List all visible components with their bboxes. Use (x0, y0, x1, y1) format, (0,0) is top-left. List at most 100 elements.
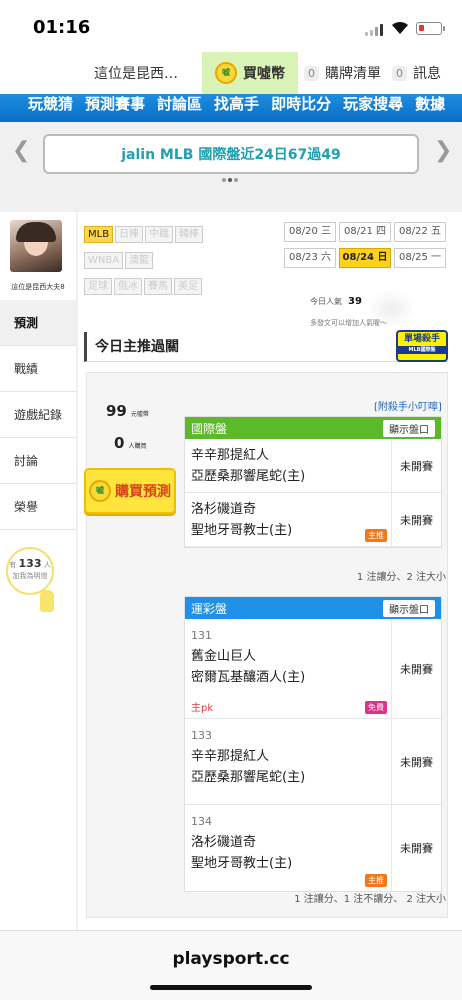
sidebar-item-honor[interactable]: 榮譽 (0, 484, 76, 530)
clock: 01:16 (33, 17, 91, 38)
game-status: 未開賽 (391, 719, 441, 804)
buyer-value: 0 (114, 434, 125, 452)
killer-badge-sub: MLB國際盤 (398, 346, 446, 354)
cart-label: 購牌清單 (325, 66, 381, 82)
browser-footer: playsport.cc (0, 930, 462, 1000)
home-team: 聖地牙哥教士(主) (191, 523, 293, 538)
nav-item[interactable]: 即時比分 (271, 94, 331, 114)
coin-icon: 噓 (215, 62, 237, 84)
banner-text: jalin MLB 國際盤近24日67過49 (121, 147, 341, 163)
game-row: 辛辛那提紅人亞歷桑那響尾蛇(主) 未開賽 (185, 439, 441, 493)
game-status: 未開賽 (391, 619, 441, 718)
date-item-selected[interactable]: 08/24 日 (339, 248, 391, 268)
sport-tag[interactable]: 日棒 (115, 226, 144, 243)
sport-tag[interactable]: WNBA (84, 252, 124, 269)
sidebar-menu: 預測 戰績 遊戲紀錄 討論 榮譽 (0, 300, 76, 530)
nickname-link[interactable]: 這位是昆西… (80, 63, 202, 83)
show-odds-button[interactable]: 顯示盤口 (383, 599, 435, 617)
popularity-value: 39 (348, 296, 362, 307)
intl-card: 國際盤 顯示盤口 辛辛那提紅人亞歷桑那響尾蛇(主) 未開賽 洛杉磯道奇聖地牙哥教士… (184, 416, 442, 548)
sport-tag[interactable]: 賽馬 (144, 278, 172, 295)
cart-link[interactable]: 0 購牌清單 (298, 63, 388, 83)
date-item[interactable]: 08/23 六 (284, 248, 336, 268)
buyer-unit: 人購買 (128, 443, 147, 450)
killer-tip-link[interactable]: [附殺手小叮嚀] (374, 398, 442, 413)
game-row: 洛杉磯道奇 聖地牙哥教士(主) 主推 未開賽 (185, 493, 441, 547)
sidebar-item-history[interactable]: 遊戲紀錄 (0, 392, 76, 438)
nav-item[interactable]: 玩競猜 (28, 94, 73, 114)
game-row: 134 洛杉磯道奇 聖地牙哥教士(主) 主推 未開賽 (185, 805, 441, 891)
away-team: 辛辛那提紅人 (191, 749, 270, 764)
game-number: 133 (191, 729, 212, 742)
away-team: 洛杉磯道奇 (191, 835, 257, 850)
away-team: 辛辛那提紅人 (191, 448, 270, 463)
carousel-dots (222, 178, 238, 182)
avatar[interactable] (10, 220, 62, 272)
buy-coins-button[interactable]: 噓買噓幣 (202, 52, 298, 94)
sport-tag[interactable]: 足球 (84, 278, 112, 295)
signal-icon (365, 24, 385, 36)
away-team: 洛杉磯道奇 (191, 502, 257, 517)
date-item[interactable]: 08/25 一 (394, 248, 446, 268)
main-pick-tag: 主推 (365, 529, 387, 542)
main-pick-tag: 主推 (365, 874, 387, 887)
game-status: 未開賽 (391, 439, 441, 492)
chevron-right-icon[interactable]: ❯ (434, 138, 452, 163)
sport-tag[interactable]: 美足 (174, 278, 202, 295)
buy-coins-label: 買噓幣 (243, 66, 285, 82)
buy-prediction-label: 購買預測 (115, 484, 171, 500)
nav-item[interactable]: 玩家搜尋 (343, 94, 403, 114)
lottery-card: 運彩盤 顯示盤口 131 舊金山巨人 密爾瓦基釀酒人(主) 主pk 免費 未開賽 13… (184, 596, 442, 892)
chevron-left-icon[interactable]: ❮ (12, 138, 30, 163)
banner-carousel: ❮ jalin MLB 國際盤近24日67過49 ❯ (0, 122, 462, 190)
fans-cta: 加我為明燈 (12, 572, 48, 580)
url-bar[interactable]: playsport.cc (0, 949, 462, 969)
intl-title: 國際盤 (191, 421, 228, 436)
sport-tag[interactable]: MLB (84, 226, 114, 243)
fans-count: 133 (18, 557, 42, 570)
game-teams: 134 洛杉磯道奇 聖地牙哥教士(主) (191, 811, 292, 874)
home-indicator[interactable] (150, 985, 312, 990)
lottery-header: 運彩盤 顯示盤口 (185, 597, 441, 619)
sport-tag[interactable]: 俄冰 (114, 278, 142, 295)
game-teams: 131 舊金山巨人 密爾瓦基釀酒人(主) (191, 625, 305, 688)
main-panel: MLB 日棒 中職 韓棒 WNBA 澳籃 足球 俄冰 賽馬 美足 08/20 三 08/21 … (78, 212, 462, 930)
intl-note: 1 注讓分、2 注大小 (356, 572, 446, 583)
sidebar-item-record[interactable]: 戰績 (0, 346, 76, 392)
sport-tag[interactable]: 中職 (145, 226, 174, 243)
game-teams: 133 辛辛那提紅人 亞歷桑那響尾蛇(主) (191, 725, 305, 788)
game-row: 133 辛辛那提紅人 亞歷桑那響尾蛇(主) 未開賽 (185, 719, 441, 805)
date-item[interactable]: 08/21 四 (339, 222, 391, 242)
killer-badge: 單場殺手 MLB國際盤 (396, 330, 448, 362)
free-tag: 免費 (365, 701, 387, 714)
home-team: 密爾瓦基釀酒人(主) (191, 670, 306, 685)
date-item[interactable]: 08/22 五 (394, 222, 446, 242)
fans-badge[interactable]: 有 133 人 加我為明燈 (6, 547, 54, 595)
show-odds-button[interactable]: 顯示盤口 (383, 419, 435, 437)
username: 這位是昆西大夫8 (11, 283, 65, 291)
fans-suffix: 人 (43, 561, 51, 569)
price: 99 元噓幣 (106, 402, 149, 420)
sidebar: 這位是昆西大夫8 預測 戰績 遊戲紀錄 討論 榮譽 有 133 人 加我為明燈 (0, 212, 76, 930)
nav-item[interactable]: 找高手 (214, 94, 259, 114)
sport-tag[interactable]: 澳籃 (125, 252, 154, 269)
banner-box[interactable]: jalin MLB 國際盤近24日67過49 (43, 134, 419, 174)
sidebar-item-predict[interactable]: 預測 (0, 300, 76, 346)
nav-item[interactable]: 預測賽事 (85, 94, 145, 114)
nav-item[interactable]: 數據 (415, 94, 445, 114)
sport-tag[interactable]: 韓棒 (175, 226, 204, 243)
away-team: 舊金山巨人 (191, 649, 257, 664)
date-item[interactable]: 08/20 三 (284, 222, 336, 242)
lottery-title: 運彩盤 (191, 601, 228, 616)
game-row: 131 舊金山巨人 密爾瓦基釀酒人(主) 主pk 免費 未開賽 (185, 619, 441, 719)
coin-icon: 噓 (89, 480, 111, 502)
buy-prediction-button[interactable]: 噓購買預測 (84, 468, 176, 514)
game-teams: 洛杉磯道奇聖地牙哥教士(主) (191, 499, 292, 541)
msg-count: 0 (392, 65, 407, 81)
status-bar: 01:16 (0, 0, 462, 48)
nav-item[interactable]: 討論區 (157, 94, 202, 114)
sport-filter: MLB 日棒 中職 韓棒 WNBA 澳籃 足球 俄冰 賽馬 美足 (84, 222, 274, 300)
home-team: 亞歷桑那響尾蛇(主) (191, 469, 306, 484)
messages-link[interactable]: 0 訊息 (388, 63, 462, 83)
sidebar-item-discussion[interactable]: 討論 (0, 438, 76, 484)
